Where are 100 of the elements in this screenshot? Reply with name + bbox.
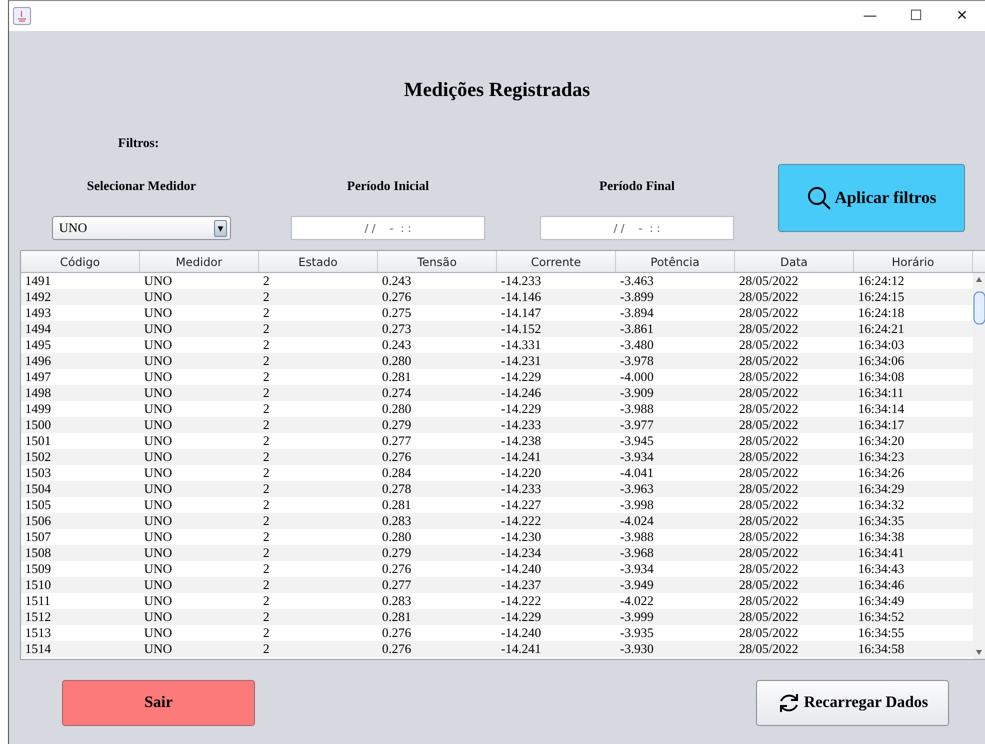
table-cell-text: 16:24:18 — [857, 305, 906, 321]
table-cell-text: 1500 — [24, 417, 52, 433]
table-cell-text: -14.229 — [500, 609, 542, 625]
table-cell-text: 28/05/2022 — [738, 481, 800, 497]
start-period-field[interactable]: / / - : : — [291, 216, 485, 240]
table-cell-text: 1503 — [24, 465, 52, 481]
column-header[interactable]: Código — [21, 251, 140, 272]
table-cell-text: -3.999 — [619, 609, 655, 625]
table-cell-text: 0.273 — [381, 321, 412, 337]
table-cell-text: UNO — [143, 273, 174, 289]
table-cell-text: UNO — [143, 593, 174, 609]
column-header[interactable]: Corrente — [497, 251, 616, 272]
table-cell-text: 0.277 — [381, 433, 412, 449]
table-cell-text: 28/05/2022 — [738, 369, 800, 385]
end-period-label: Período Final — [599, 178, 675, 194]
table-cell-text: 0.275 — [381, 305, 412, 321]
table-cell-text: 16:34:49 — [857, 593, 906, 609]
table-cell-text: 2 — [262, 577, 270, 593]
column-header[interactable]: Estado — [259, 251, 378, 272]
table-cell-text: 16:34:14 — [857, 401, 906, 417]
table-cell-text: 0.277 — [381, 577, 412, 593]
table-cell-text: 16:34:17 — [857, 417, 906, 433]
column-header[interactable]: Data — [735, 251, 854, 272]
table-cell-text: -3.968 — [619, 545, 655, 561]
table-cell-text: -14.147 — [500, 305, 542, 321]
table-cell-text: 1495 — [24, 337, 52, 353]
table-cell-text: -14.234 — [500, 545, 542, 561]
table-cell-text: 1497 — [24, 369, 52, 385]
table-cell-text: 2 — [262, 497, 270, 513]
table-cell-text: 16:34:06 — [857, 353, 906, 369]
end-period-field[interactable]: / / - : : — [540, 216, 734, 240]
table-cell-text: -14.229 — [500, 369, 542, 385]
search-icon — [806, 186, 831, 210]
table-cell-text: -14.331 — [500, 337, 542, 353]
table-cell-text: -3.899 — [619, 289, 655, 305]
table-cell-text: 28/05/2022 — [738, 401, 800, 417]
table-cell-text: 1511 — [24, 593, 52, 609]
table-cell-text: -14.241 — [500, 641, 542, 657]
table-cell-text: 2 — [262, 385, 270, 401]
table-cell-text: -14.240 — [500, 561, 542, 577]
table-cell-text: UNO — [143, 545, 174, 561]
table-cell-text: 16:34:11 — [857, 385, 905, 401]
table-cell-text: 0.243 — [381, 273, 412, 289]
table-cell-text: 16:34:23 — [857, 449, 906, 465]
table-cell-text: 28/05/2022 — [738, 641, 800, 657]
java-app-icon — [13, 7, 31, 25]
table-cell-text: 16:34:52 — [857, 609, 906, 625]
column-header[interactable]: Medidor — [140, 251, 259, 272]
table-cell-text: -3.963 — [619, 481, 655, 497]
table-cell-text: 1502 — [24, 449, 52, 465]
table-cell-text: UNO — [143, 321, 174, 337]
table-cell-text: UNO — [143, 401, 174, 417]
reload-data-button[interactable]: Recarregar Dados — [756, 680, 949, 726]
table-cell-text: 2 — [262, 273, 270, 289]
table-cell-text: 2 — [262, 369, 270, 385]
table-cell-text: UNO — [143, 353, 174, 369]
column-header[interactable]: Tensão — [378, 251, 497, 272]
table-cell-text: 1496 — [24, 353, 52, 369]
table-cell-text: 16:34:20 — [857, 433, 906, 449]
table-cell-text: -3.949 — [619, 577, 655, 593]
exit-button[interactable]: Sair — [62, 680, 255, 726]
table-cell-text: 0.276 — [381, 289, 412, 305]
meter-label: Selecionar Medidor — [86, 178, 196, 194]
maximize-button[interactable]: ☐ — [893, 1, 939, 31]
vertical-scrollbar[interactable] — [973, 273, 985, 659]
column-header[interactable]: Horário — [854, 251, 973, 272]
table-cell-text: 1512 — [24, 609, 52, 625]
table-cell-text: 1509 — [24, 561, 52, 577]
table-cell-text: 0.276 — [381, 449, 412, 465]
table-cell-text: -3.934 — [619, 449, 655, 465]
table-cell-text: UNO — [143, 513, 174, 529]
table-cell-text: UNO — [143, 497, 174, 513]
table-cell-text: -3.945 — [619, 433, 655, 449]
table-cell-text: 28/05/2022 — [738, 385, 800, 401]
table-cell-text: 1505 — [24, 497, 52, 513]
column-header[interactable]: Potência — [616, 251, 735, 272]
table-cell-text: 0.279 — [381, 417, 412, 433]
apply-filters-button[interactable]: Aplicar filtros — [778, 164, 965, 232]
minimize-button[interactable]: — — [847, 1, 893, 31]
table-cell-text: 28/05/2022 — [738, 625, 800, 641]
table-cell-text: -3.463 — [619, 273, 655, 289]
table-cell-text: -3.894 — [619, 305, 655, 321]
table-cell-text: 28/05/2022 — [738, 417, 800, 433]
table-cell-text: 28/05/2022 — [738, 593, 800, 609]
table-cell-text: -14.229 — [500, 401, 542, 417]
table-cell-text: -14.227 — [500, 497, 542, 513]
table-cell-text: 16:34:32 — [857, 497, 906, 513]
meter-dropdown[interactable]: UNO ▾ — [52, 216, 231, 240]
table-cell-text: 28/05/2022 — [738, 353, 800, 369]
close-button[interactable]: ✕ — [939, 1, 985, 31]
table-cell-text: 16:34:03 — [857, 337, 906, 353]
table-cell-text: 0.281 — [381, 369, 412, 385]
table-cell-text: UNO — [143, 625, 174, 641]
table-cell-text: -3.998 — [619, 497, 655, 513]
table-cell-text: 2 — [262, 321, 270, 337]
table-cell-text: -3.935 — [619, 625, 655, 641]
table-cell-text: 16:34:29 — [857, 481, 906, 497]
table-cell-text: UNO — [143, 481, 174, 497]
table-cell-text: 16:24:21 — [857, 321, 906, 337]
table-cell-text: 0.276 — [381, 641, 412, 657]
